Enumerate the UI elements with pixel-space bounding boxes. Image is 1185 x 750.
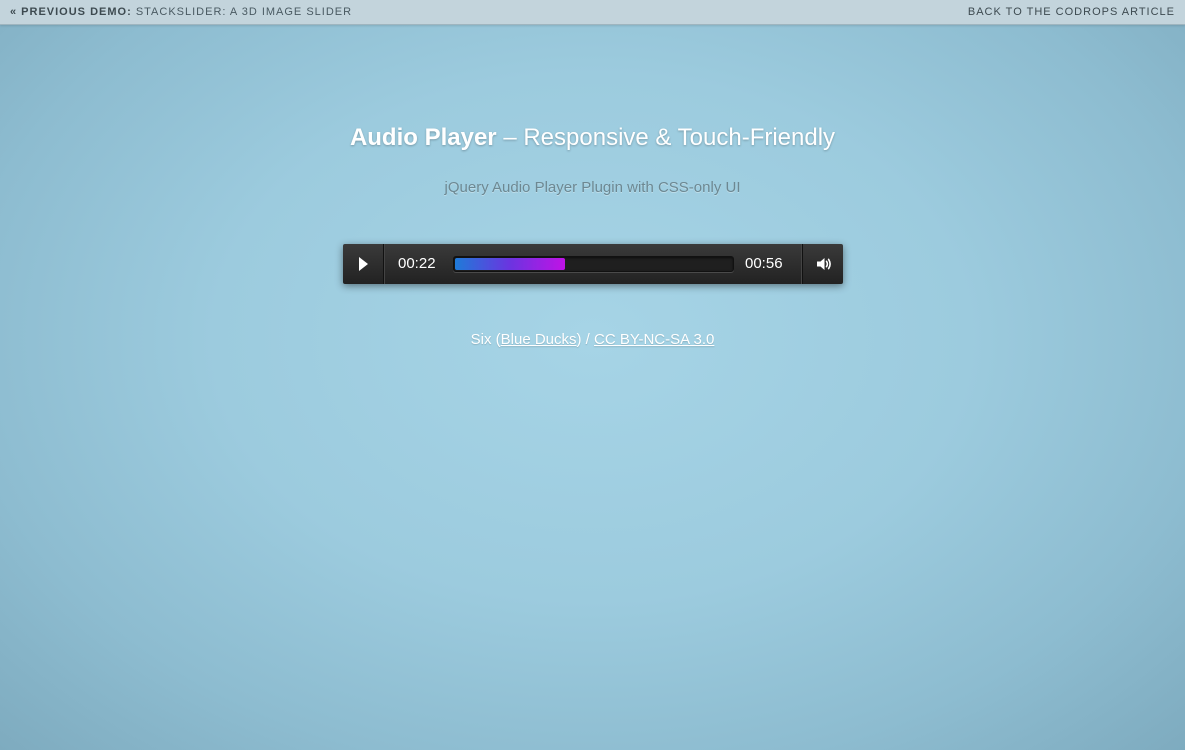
current-time: 00:22 [398,255,436,272]
volume-icon [817,258,831,270]
progress-bar[interactable] [453,256,734,272]
volume-button[interactable] [802,244,843,284]
artist-link[interactable]: Blue Ducks [501,331,577,348]
top-bar: « Previous Demo: StackSlider: A 3D Image… [0,0,1185,25]
previous-demo-title: StackSlider: A 3D Image Slider [135,6,353,18]
back-to-article-link[interactable]: Back to the Codrops Article [968,6,1175,18]
license-link[interactable]: CC BY-NC-SA 3.0 [594,331,714,348]
audio-player: 00:22 00:56 [343,244,843,284]
page-subtitle: jQuery Audio Player Plugin with CSS-only… [444,179,741,196]
track-name: Six ( [470,331,501,348]
page-title-sub: Responsive & Touch-Friendly [523,124,836,151]
credits-separator: ) / [576,331,595,348]
page-title: Audio Player – Responsive & Touch-Friend… [0,124,1185,152]
play-icon [359,257,368,271]
progress-fill [455,258,565,270]
page-title-main: Audio Player [349,124,497,151]
duration-time: 00:56 [745,255,783,272]
previous-demo-label: « Previous Demo: [10,6,132,18]
track-credits: Six (Blue Ducks) / CC BY-NC-SA 3.0 [0,331,1185,348]
page-title-dash: – [496,124,524,151]
previous-demo-link[interactable]: « Previous Demo: StackSlider: A 3D Image… [10,6,352,18]
play-button[interactable] [343,244,384,284]
